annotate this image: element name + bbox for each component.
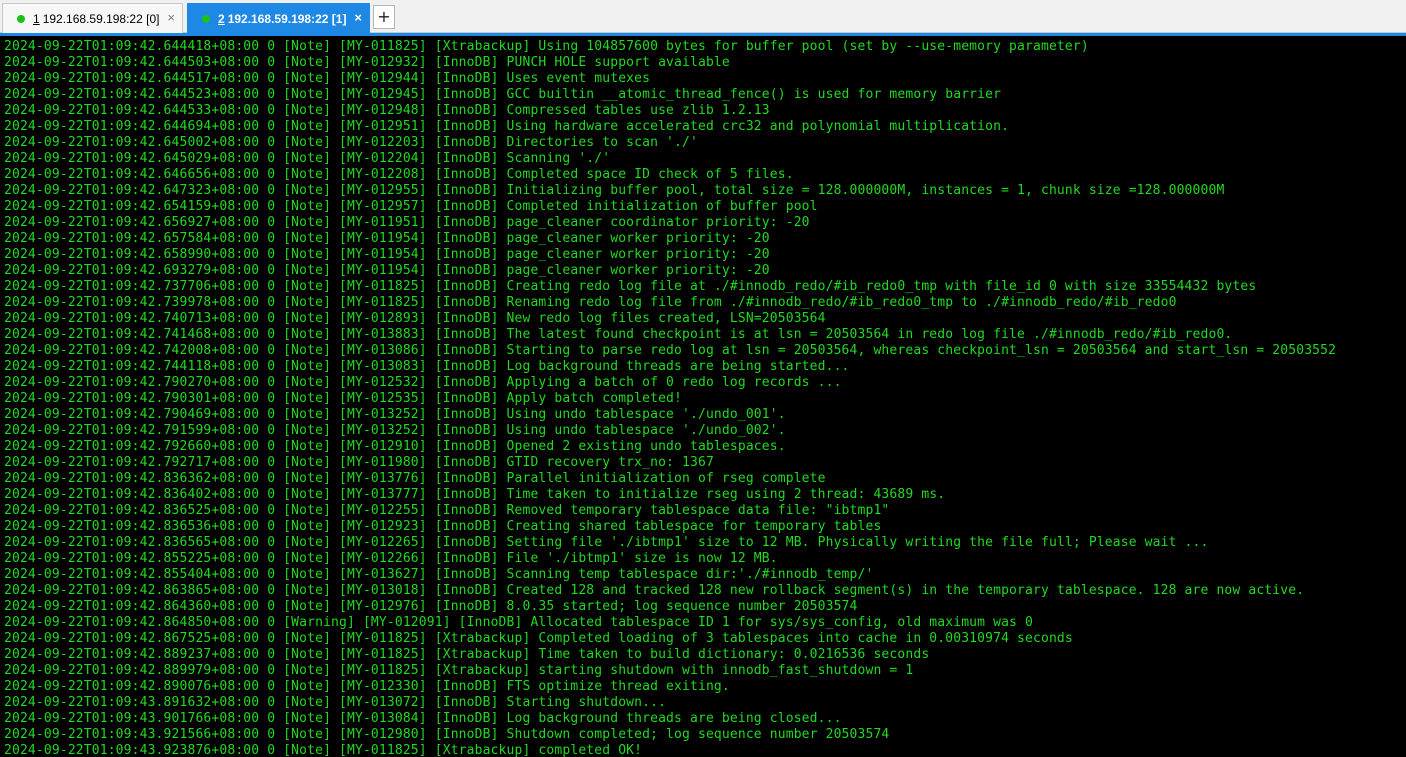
log-line: 2024-09-22T01:09:42.644523+08:00 0 [Note…: [4, 87, 1002, 102]
log-line: 2024-09-22T01:09:42.836536+08:00 0 [Note…: [4, 519, 882, 534]
log-line: 2024-09-22T01:09:42.836565+08:00 0 [Note…: [4, 535, 1209, 550]
log-line: 2024-09-22T01:09:42.657584+08:00 0 [Note…: [4, 231, 770, 246]
log-line: 2024-09-22T01:09:42.864360+08:00 0 [Note…: [4, 599, 858, 614]
tab-title: 192.168.59.198:22 [1]: [227, 11, 347, 26]
log-line: 2024-09-22T01:09:42.656927+08:00 0 [Note…: [4, 215, 810, 230]
log-line: 2024-09-22T01:09:42.790270+08:00 0 [Note…: [4, 375, 842, 390]
tab-bar: 1 192.168.59.198:22 [0] × 2 192.168.59.1…: [0, 0, 1406, 33]
log-line: 2024-09-22T01:09:42.741468+08:00 0 [Note…: [4, 327, 1233, 342]
log-line: 2024-09-22T01:09:42.645002+08:00 0 [Note…: [4, 135, 698, 150]
tab-title: 192.168.59.198:22 [0]: [42, 11, 160, 26]
close-icon[interactable]: ×: [354, 11, 362, 25]
log-line: 2024-09-22T01:09:42.791599+08:00 0 [Note…: [4, 423, 786, 438]
log-line: 2024-09-22T01:09:42.644694+08:00 0 [Note…: [4, 119, 1010, 134]
log-line: 2024-09-22T01:09:43.891632+08:00 0 [Note…: [4, 695, 667, 710]
log-line: 2024-09-22T01:09:42.855225+08:00 0 [Note…: [4, 551, 778, 566]
log-line: 2024-09-22T01:09:42.889237+08:00 0 [Note…: [4, 647, 930, 662]
log-line: 2024-09-22T01:09:42.644503+08:00 0 [Note…: [4, 55, 730, 70]
log-line: 2024-09-22T01:09:42.836525+08:00 0 [Note…: [4, 503, 890, 518]
log-line: 2024-09-22T01:09:42.792717+08:00 0 [Note…: [4, 455, 714, 470]
log-line: 2024-09-22T01:09:42.644517+08:00 0 [Note…: [4, 71, 651, 86]
log-line: 2024-09-22T01:09:42.644533+08:00 0 [Note…: [4, 103, 770, 118]
log-line: 2024-09-22T01:09:43.901766+08:00 0 [Note…: [4, 711, 842, 726]
log-line: 2024-09-22T01:09:42.867525+08:00 0 [Note…: [4, 631, 1073, 646]
log-line: 2024-09-22T01:09:42.744118+08:00 0 [Note…: [4, 359, 850, 374]
log-line: 2024-09-22T01:09:42.742008+08:00 0 [Note…: [4, 343, 1337, 358]
log-line: 2024-09-22T01:09:42.658990+08:00 0 [Note…: [4, 247, 770, 262]
log-line: 2024-09-22T01:09:42.836402+08:00 0 [Note…: [4, 487, 946, 502]
log-line: 2024-09-22T01:09:42.646656+08:00 0 [Note…: [4, 167, 794, 182]
log-line: 2024-09-22T01:09:42.792660+08:00 0 [Note…: [4, 439, 786, 454]
log-line: 2024-09-22T01:09:42.855404+08:00 0 [Note…: [4, 567, 874, 582]
log-line: 2024-09-22T01:09:42.740713+08:00 0 [Note…: [4, 311, 826, 326]
log-line: 2024-09-22T01:09:42.836362+08:00 0 [Note…: [4, 471, 826, 486]
session-tab-1[interactable]: 1 192.168.59.198:22 [0] ×: [2, 3, 183, 33]
log-line: 2024-09-22T01:09:42.790469+08:00 0 [Note…: [4, 407, 786, 422]
connected-status-icon: [202, 14, 210, 23]
log-line: 2024-09-22T01:09:42.654159+08:00 0 [Note…: [4, 199, 818, 214]
terminal-output[interactable]: 2024-09-22T01:09:42.644418+08:00 0 [Note…: [0, 36, 1406, 757]
log-line: 2024-09-22T01:09:42.644418+08:00 0 [Note…: [4, 39, 1089, 54]
log-line: 2024-09-22T01:09:42.863865+08:00 0 [Note…: [4, 583, 1305, 598]
log-line: 2024-09-22T01:09:42.737706+08:00 0 [Note…: [4, 279, 1257, 294]
connected-status-icon: [17, 14, 25, 23]
tab-number: 1: [33, 11, 40, 26]
log-line: 2024-09-22T01:09:42.890076+08:00 0 [Note…: [4, 679, 730, 694]
log-line: 2024-09-22T01:09:42.889979+08:00 0 [Note…: [4, 663, 914, 678]
log-line: 2024-09-22T01:09:42.645029+08:00 0 [Note…: [4, 151, 611, 166]
new-tab-button[interactable]: +: [373, 5, 395, 29]
tab-number: 2: [218, 11, 225, 26]
log-line: 2024-09-22T01:09:42.790301+08:00 0 [Note…: [4, 391, 683, 406]
log-line: 2024-09-22T01:09:42.647323+08:00 0 [Note…: [4, 183, 1225, 198]
session-tab-2[interactable]: 2 192.168.59.198:22 [1] ×: [187, 3, 370, 33]
log-line: 2024-09-22T01:09:42.739978+08:00 0 [Note…: [4, 295, 1177, 310]
log-line: 2024-09-22T01:09:43.923876+08:00 0 [Note…: [4, 743, 643, 757]
log-text: 2024-09-22T01:09:42.644418+08:00 0 [Note…: [4, 39, 1336, 757]
log-line: 2024-09-22T01:09:42.864850+08:00 0 [Warn…: [4, 615, 1033, 630]
log-line: 2024-09-22T01:09:43.921566+08:00 0 [Note…: [4, 727, 890, 742]
close-icon[interactable]: ×: [167, 11, 175, 25]
log-line: 2024-09-22T01:09:42.693279+08:00 0 [Note…: [4, 263, 770, 278]
